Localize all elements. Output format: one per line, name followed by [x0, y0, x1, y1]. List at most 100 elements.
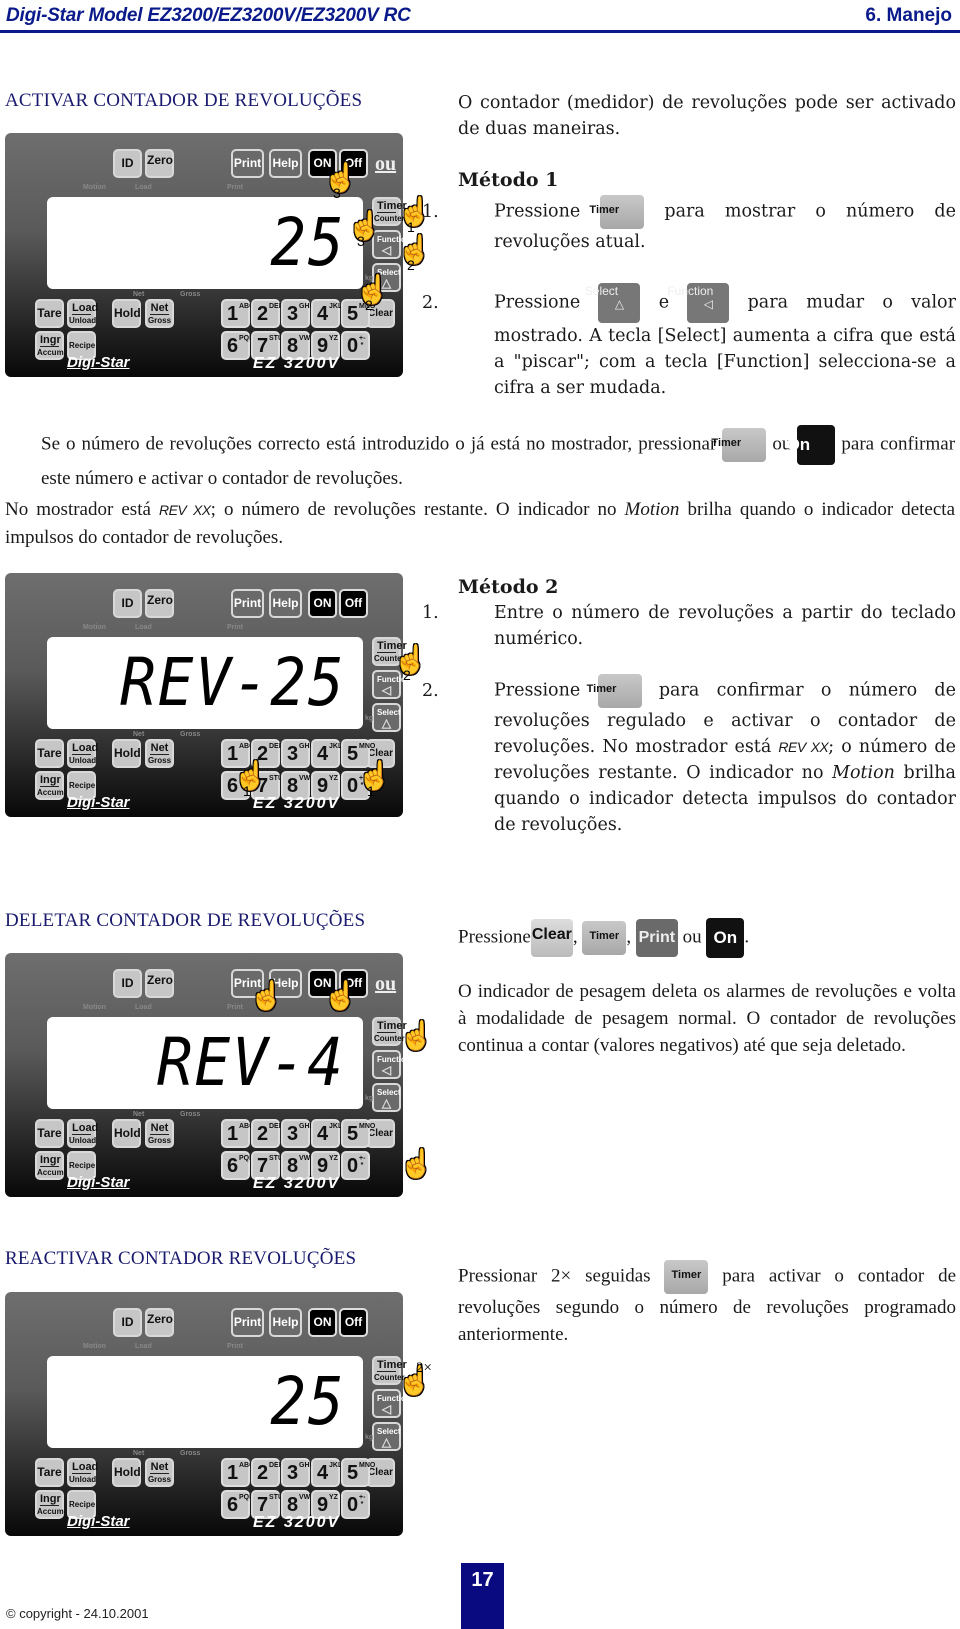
print-button[interactable]: Print	[231, 149, 264, 178]
digit-letters: GHI	[299, 743, 312, 750]
digit-key-3[interactable]: 3 GHI	[281, 1458, 311, 1487]
digit-key-3[interactable]: 3 GHI	[281, 739, 312, 768]
document-title: Digi-Star Model EZ3200/EZ3200V/EZ3200V R…	[6, 5, 411, 26]
help-button[interactable]: Help	[269, 589, 302, 618]
id-button[interactable]: ID	[113, 149, 142, 178]
digit-key-2[interactable]: 2 DEF	[251, 1458, 283, 1487]
tare-button[interactable]: Tare	[35, 1458, 64, 1487]
net-gross-button[interactable]: Net Gross	[145, 299, 174, 328]
on-button[interactable]: ON	[308, 1308, 337, 1337]
ingr-accum-button[interactable]: Ingr Accum	[35, 771, 64, 800]
zero-button[interactable]: Zero	[145, 149, 174, 178]
help-button[interactable]: Help	[269, 149, 302, 178]
off-button[interactable]: Off	[339, 589, 368, 618]
comma: ,	[626, 926, 632, 948]
load-indicator: Load	[135, 184, 152, 191]
zero-button[interactable]: Zero	[145, 969, 174, 998]
load-unload-button[interactable]: Load Unload	[67, 739, 98, 768]
net-gross-button[interactable]: Net Gross	[145, 739, 174, 768]
hold-button[interactable]: Hold	[112, 299, 141, 328]
load-unload-button[interactable]: Load Unload	[67, 299, 98, 328]
load-indicator: Load	[135, 1343, 152, 1350]
pointing-hand-icon: ☝	[399, 1147, 434, 1180]
comma: ,	[572, 926, 578, 948]
digit-letters: VWX	[299, 1155, 315, 1162]
digit-key-3[interactable]: 3 GHI	[281, 299, 312, 328]
digit-key-1[interactable]: 1 ABC	[221, 1119, 254, 1148]
select-button[interactable]: Select △	[372, 703, 401, 732]
digit-key-4[interactable]: 4 JKL	[311, 1458, 342, 1487]
tare-button[interactable]: Tare	[35, 1119, 64, 1148]
digit-letters: GHI	[299, 303, 312, 310]
digit-letters: YZ	[329, 775, 338, 782]
select-button[interactable]: Select △	[372, 1422, 401, 1451]
hold-button[interactable]: Hold	[112, 1119, 141, 1148]
help-button[interactable]: Help	[269, 1308, 302, 1337]
on-button[interactable]: ON	[308, 589, 337, 618]
digit-key-6[interactable]: 6 PQR	[221, 331, 254, 360]
select-button[interactable]: Select △	[372, 1083, 401, 1112]
ingr-accum-button[interactable]: Ingr Accum	[35, 1490, 64, 1519]
digit-key-1[interactable]: 1 ABC	[221, 1458, 254, 1487]
digit-key-4[interactable]: 4 JKL	[311, 1119, 342, 1148]
step-text: Pressione	[494, 201, 581, 222]
step-number: 2.	[422, 680, 439, 701]
net-gross-button-label-top: Net	[150, 1122, 169, 1135]
timer-counter-button[interactable]: Timer Counter	[372, 1017, 407, 1046]
digit-key-5[interactable]: 5 MNO	[341, 1458, 375, 1487]
hold-button[interactable]: Hold	[112, 1458, 141, 1487]
clear-key-icon: Clear	[530, 919, 573, 957]
digit-key-3[interactable]: 3 GHI	[281, 1119, 311, 1148]
function-arrow-icon: ◁	[381, 683, 392, 697]
ingr-accum-button[interactable]: Ingr Accum	[35, 331, 64, 360]
digit-key-2[interactable]: 2 DEF	[251, 299, 283, 328]
zero-button[interactable]: Zero	[145, 589, 174, 618]
digit-key-2[interactable]: 2 DEF	[251, 1119, 283, 1148]
digit-number: 5	[347, 1123, 359, 1145]
model-label: EZ 3200V	[253, 355, 341, 372]
id-button[interactable]: ID	[113, 969, 142, 998]
load-unload-button[interactable]: Load Unload	[67, 1458, 98, 1487]
digit-key-0[interactable]: 0 +-*	[341, 331, 370, 360]
motion-indicator: Motion	[83, 1004, 106, 1011]
net-gross-button-label-bottom: Gross	[147, 316, 172, 325]
net-gross-button[interactable]: Net Gross	[145, 1458, 174, 1487]
digit-key-1[interactable]: 1 ABC	[221, 299, 254, 328]
print-button[interactable]: Print	[231, 589, 264, 618]
tare-button[interactable]: Tare	[35, 299, 64, 328]
function-button[interactable]: Function ◁	[372, 1050, 411, 1079]
digit-key-5[interactable]: 5 MNO	[341, 1119, 375, 1148]
print-indicator: Print	[227, 624, 243, 631]
digit-key-6[interactable]: 6 PQR	[221, 1490, 254, 1519]
id-button[interactable]: ID	[113, 1308, 142, 1337]
net-gross-button-label-top: Net	[150, 742, 169, 755]
digit-key-6[interactable]: 6 PQR	[221, 1151, 254, 1180]
timer-counter-button-label-bottom: Counter	[374, 1034, 405, 1043]
digit-number: 5	[347, 1462, 359, 1484]
digit-key-0[interactable]: 0 +-*	[341, 1490, 370, 1519]
id-button[interactable]: ID	[113, 589, 142, 618]
device-panel-activate-method1: ID Zero Print Help ON Off Tare Hold Recipe Clear L…	[5, 133, 432, 377]
net-gross-button[interactable]: Net Gross	[145, 1119, 174, 1148]
digit-key-0[interactable]: 0 +-*	[341, 1151, 370, 1180]
digit-key-4[interactable]: 4 JKL	[311, 299, 342, 328]
digit-number: 3	[287, 303, 299, 325]
hold-button[interactable]: Hold	[112, 739, 141, 768]
net-gross-button-label-bottom: Gross	[147, 1475, 172, 1484]
zero-button[interactable]: Zero	[145, 1308, 174, 1337]
off-button[interactable]: Off	[339, 1308, 368, 1337]
load-unload-button[interactable]: Load Unload	[67, 1119, 98, 1148]
ingr-accum-button-label-bottom: Accum	[37, 788, 64, 797]
digit-letters: JKL	[329, 743, 343, 750]
digit-number: 0	[347, 1494, 359, 1516]
press-text: Pressione	[458, 926, 531, 948]
digit-letters: ABC	[239, 743, 255, 750]
tare-button[interactable]: Tare	[35, 739, 64, 768]
on-key-icon: On	[706, 918, 745, 958]
intro-paragraph: O contador (medidor) de revoluções pode …	[458, 90, 956, 142]
digit-letters: YZ	[329, 1494, 338, 1501]
print-button[interactable]: Print	[231, 1308, 264, 1337]
method2-step2: 2. Pressione Timer para confirmar o númer…	[422, 674, 956, 838]
digit-key-4[interactable]: 4 JKL	[311, 739, 343, 768]
ingr-accum-button[interactable]: Ingr Accum	[35, 1151, 64, 1180]
